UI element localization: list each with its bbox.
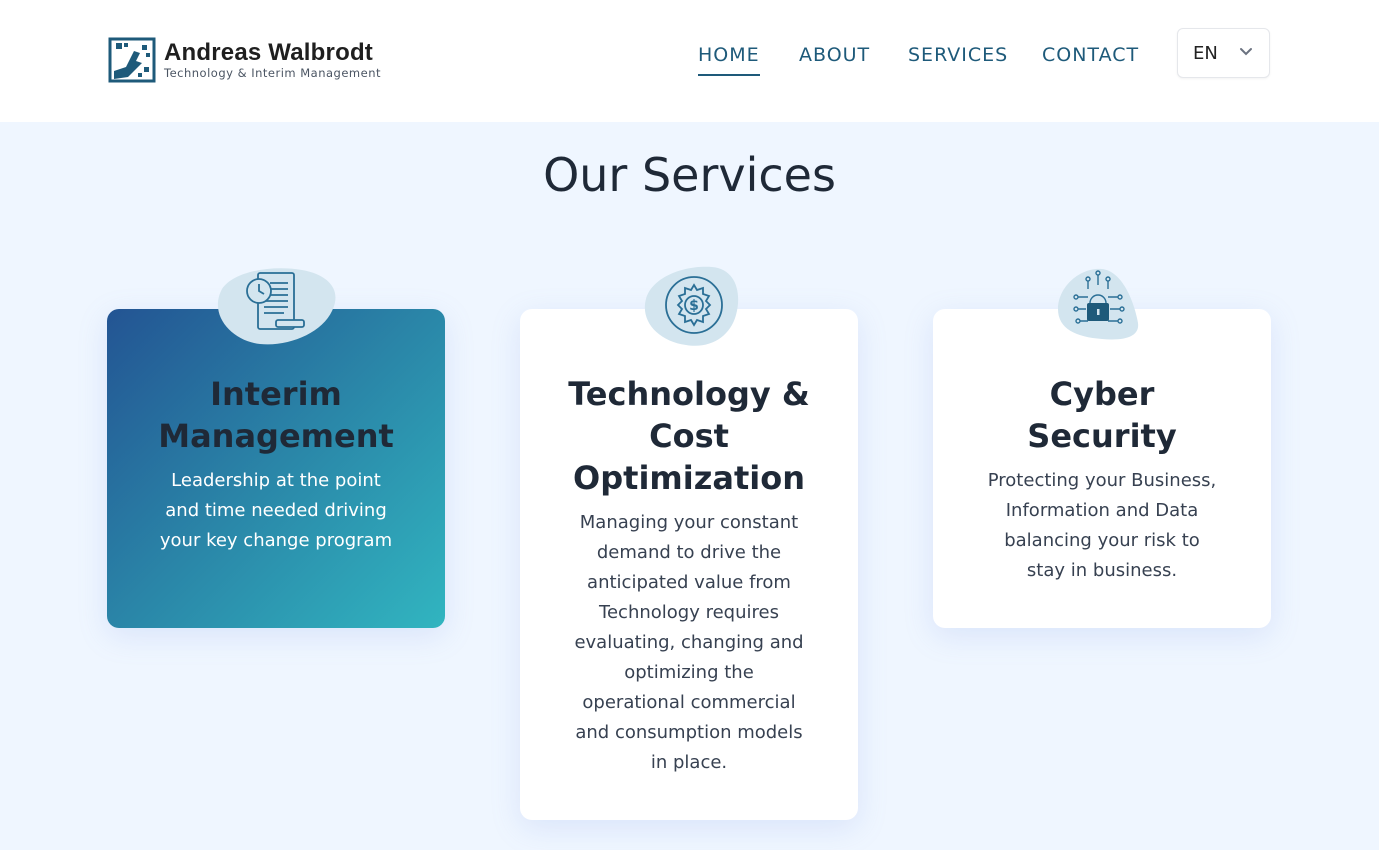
brand-logo-icon — [108, 37, 156, 83]
service-card-title: Cyber Security — [1027, 375, 1177, 455]
service-card-title: Interim Management — [158, 375, 394, 455]
document-clock-icon — [217, 268, 336, 345]
svg-text:$: $ — [689, 298, 699, 314]
service-card-technology[interactable]: Technology & Cost Optimization Managing … — [520, 309, 858, 820]
nav-about[interactable]: ABOUT — [799, 42, 870, 74]
brand-tagline: Technology & Interim Management — [164, 66, 381, 80]
service-card-description: Protecting your Business, Information an… — [987, 470, 1217, 581]
nav-services[interactable]: SERVICES — [908, 42, 1008, 74]
brand-logo-link[interactable]: Andreas Walbrodt Technology & Interim Ma… — [108, 36, 398, 84]
service-card-cyber[interactable]: Cyber Security Protecting your Business,… — [933, 309, 1271, 628]
language-selected: EN — [1193, 42, 1218, 64]
service-card-interim[interactable]: Interim Management Leadership at the poi… — [107, 309, 445, 628]
gear-dollar-icon: $ — [644, 266, 739, 346]
service-card-title: Technology & Cost Optimization — [568, 375, 810, 497]
language-select[interactable]: EN — [1177, 28, 1270, 78]
site-header: Andreas Walbrodt Technology & Interim Ma… — [0, 0, 1379, 122]
service-card-description: Managing your constant demand to drive t… — [574, 512, 804, 773]
circuit-lock-icon — [1058, 268, 1139, 340]
section-title: Our Services — [543, 148, 836, 202]
nav-contact[interactable]: CONTACT — [1042, 42, 1139, 74]
service-card-description: Leadership at the point and time needed … — [159, 470, 393, 551]
nav-home[interactable]: HOME — [698, 42, 760, 76]
chevron-down-icon — [1240, 48, 1252, 56]
brand-name: Andreas Walbrodt — [164, 39, 373, 66]
